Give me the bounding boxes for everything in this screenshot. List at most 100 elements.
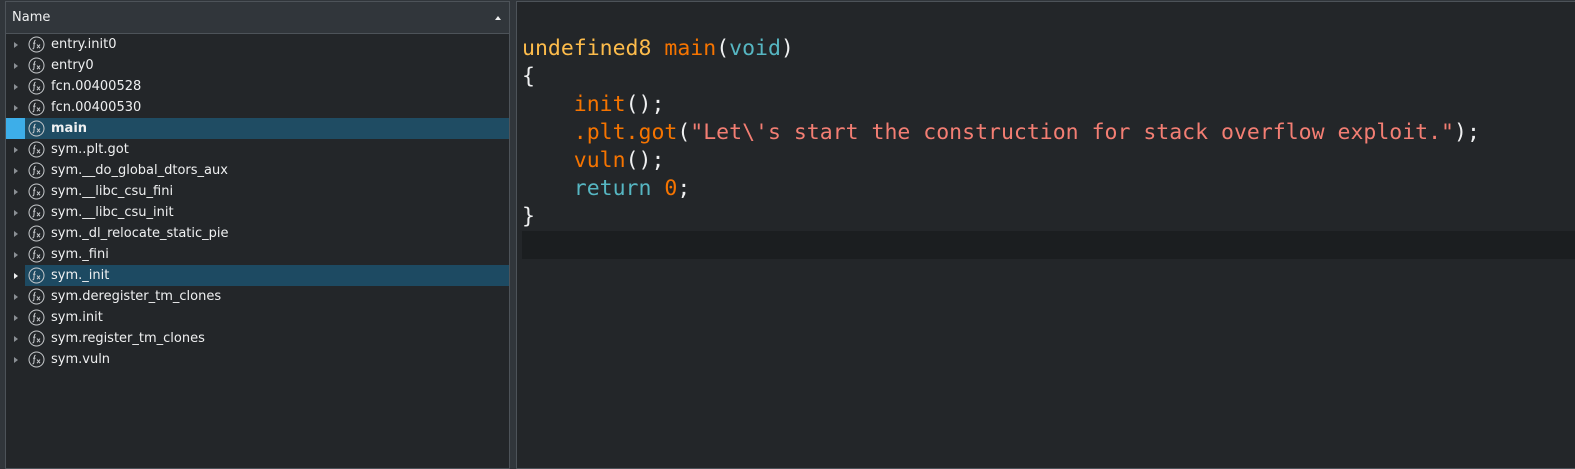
chevron-right-icon[interactable] bbox=[14, 125, 18, 132]
function-icon bbox=[28, 225, 45, 242]
expand-cell[interactable] bbox=[6, 181, 25, 202]
function-name: entry0 bbox=[51, 58, 94, 73]
code-line[interactable]: return 0; bbox=[522, 175, 1575, 203]
code-token-punct bbox=[651, 176, 664, 201]
chevron-right-icon[interactable] bbox=[14, 104, 18, 111]
expand-cell[interactable] bbox=[6, 139, 25, 160]
function-row[interactable]: sym.__do_global_dtors_aux bbox=[6, 160, 509, 181]
code-token-type: undefined8 bbox=[522, 36, 652, 61]
expand-cell[interactable] bbox=[6, 223, 25, 244]
chevron-right-icon[interactable] bbox=[14, 230, 18, 237]
function-icon bbox=[28, 99, 45, 116]
function-name: sym.__libc_csu_init bbox=[51, 205, 174, 220]
chevron-right-icon[interactable] bbox=[14, 272, 18, 279]
expand-cell[interactable] bbox=[6, 307, 25, 328]
chevron-right-icon[interactable] bbox=[14, 293, 18, 300]
function-name: sym.__libc_csu_fini bbox=[51, 184, 174, 199]
column-header-name[interactable]: Name bbox=[6, 2, 509, 34]
function-row[interactable]: sym.register_tm_clones bbox=[6, 328, 509, 349]
functions-panel: Name entry.init0 entry0 fcn.00400528 fcn.00… bbox=[5, 1, 510, 469]
code-token-punct bbox=[651, 36, 664, 61]
code-token-fn: init bbox=[573, 92, 626, 117]
code-token-punct bbox=[522, 120, 574, 145]
function-list: entry.init0 entry0 fcn.00400528 fcn.0040053… bbox=[6, 34, 509, 370]
expand-cell[interactable] bbox=[6, 55, 25, 76]
function-icon bbox=[28, 183, 45, 200]
code-line[interactable]: } bbox=[522, 203, 1575, 231]
chevron-right-icon[interactable] bbox=[14, 188, 18, 195]
code-token-str: "Let\'s start the construction for stack… bbox=[690, 120, 1454, 145]
function-row[interactable]: sym.vuln bbox=[6, 349, 509, 370]
expand-cell[interactable] bbox=[6, 244, 25, 265]
function-row[interactable]: entry0 bbox=[6, 55, 509, 76]
decompiler-panel[interactable]: undefined8 main(void){ init(); .plt.got(… bbox=[516, 1, 1575, 469]
code-line[interactable]: undefined8 main(void) bbox=[522, 35, 1575, 63]
expand-cell[interactable] bbox=[6, 349, 25, 370]
function-row[interactable]: sym.deregister_tm_clones bbox=[6, 286, 509, 307]
expand-cell[interactable] bbox=[6, 328, 25, 349]
function-row[interactable]: sym.__libc_csu_fini bbox=[6, 181, 509, 202]
code-line[interactable]: { bbox=[522, 63, 1575, 91]
function-name: entry.init0 bbox=[51, 37, 117, 52]
cutter-window: Name entry.init0 entry0 fcn.00400528 fcn.00… bbox=[0, 0, 1575, 469]
chevron-right-icon[interactable] bbox=[14, 209, 18, 216]
function-name: sym..plt.got bbox=[51, 142, 129, 157]
function-icon bbox=[28, 246, 45, 263]
code-token-punct: ( bbox=[716, 36, 730, 61]
expand-cell[interactable] bbox=[6, 265, 25, 286]
code-line[interactable]: vuln(); bbox=[522, 147, 1575, 175]
function-row[interactable]: entry.init0 bbox=[6, 34, 509, 55]
function-row[interactable]: main bbox=[6, 118, 509, 139]
code-token-punct: ); bbox=[1454, 120, 1480, 145]
expand-cell[interactable] bbox=[6, 118, 25, 139]
function-name: sym._dl_relocate_static_pie bbox=[51, 226, 229, 241]
function-row[interactable]: sym._dl_relocate_static_pie bbox=[6, 223, 509, 244]
code-token-punct bbox=[522, 176, 574, 201]
code-line[interactable]: init(); bbox=[522, 91, 1575, 119]
chevron-right-icon[interactable] bbox=[14, 335, 18, 342]
function-row[interactable]: fcn.00400528 bbox=[6, 76, 509, 97]
expand-cell[interactable] bbox=[6, 76, 25, 97]
code-token-punct: ; bbox=[677, 176, 691, 201]
function-icon bbox=[28, 78, 45, 95]
function-name: sym._init bbox=[51, 268, 110, 283]
expand-cell[interactable] bbox=[6, 286, 25, 307]
function-name: sym.vuln bbox=[51, 352, 111, 367]
code-line[interactable]: .plt.got("Let\'s start the construction … bbox=[522, 119, 1575, 147]
chevron-right-icon[interactable] bbox=[14, 251, 18, 258]
chevron-right-icon[interactable] bbox=[14, 314, 18, 321]
function-icon bbox=[28, 36, 45, 53]
chevron-right-icon[interactable] bbox=[14, 146, 18, 153]
function-name: main bbox=[51, 121, 88, 136]
code-token-punct: ) bbox=[780, 36, 794, 61]
decompiled-code[interactable]: undefined8 main(void){ init(); .plt.got(… bbox=[522, 35, 1575, 259]
expand-cell[interactable] bbox=[6, 160, 25, 181]
function-icon bbox=[28, 204, 45, 221]
code-token-punct: (); bbox=[625, 148, 665, 173]
chevron-right-icon[interactable] bbox=[14, 356, 18, 363]
function-name: sym.deregister_tm_clones bbox=[51, 289, 222, 304]
code-line[interactable] bbox=[522, 231, 1575, 259]
chevron-right-icon[interactable] bbox=[14, 41, 18, 48]
code-token-fn: main bbox=[664, 36, 717, 61]
code-token-punct bbox=[522, 148, 574, 173]
chevron-right-icon[interactable] bbox=[14, 62, 18, 69]
function-icon bbox=[28, 267, 45, 284]
code-token-num: 0 bbox=[664, 176, 678, 201]
code-token-punct: ( bbox=[677, 120, 691, 145]
function-name: fcn.00400528 bbox=[51, 79, 142, 94]
expand-cell[interactable] bbox=[6, 202, 25, 223]
function-row[interactable]: sym._init bbox=[6, 265, 509, 286]
sort-ascending-icon[interactable] bbox=[495, 16, 501, 20]
function-row[interactable]: sym.__libc_csu_init bbox=[6, 202, 509, 223]
chevron-right-icon[interactable] bbox=[14, 83, 18, 90]
function-row[interactable]: sym..plt.got bbox=[6, 139, 509, 160]
function-row[interactable]: fcn.00400530 bbox=[6, 97, 509, 118]
function-name: sym._fini bbox=[51, 247, 109, 262]
function-row[interactable]: sym.init bbox=[6, 307, 509, 328]
expand-cell[interactable] bbox=[6, 34, 25, 55]
chevron-right-icon[interactable] bbox=[14, 167, 18, 174]
code-token-punct: (); bbox=[625, 92, 665, 117]
function-row[interactable]: sym._fini bbox=[6, 244, 509, 265]
expand-cell[interactable] bbox=[6, 97, 25, 118]
